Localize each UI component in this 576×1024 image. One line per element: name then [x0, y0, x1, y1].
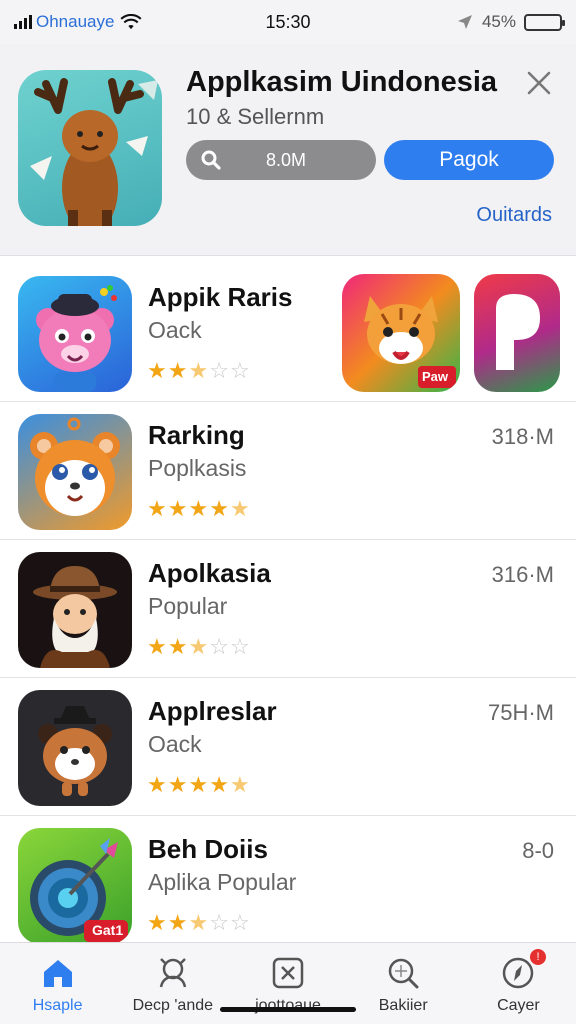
app-size: 75H·M: [487, 700, 554, 725]
star-empty-icon: ☆: [229, 910, 251, 935]
rating-stars: ★★★☆☆: [147, 634, 251, 660]
star-full-icon: ★: [147, 358, 168, 383]
moose-illustration: [30, 78, 158, 226]
star-empty-icon: ☆: [229, 358, 251, 383]
hamster-hat-illustration: [38, 706, 112, 796]
featured-thumb-tiger[interactable]: Paw: [342, 274, 460, 392]
star-full-icon: ★: [209, 496, 230, 521]
featured-header: Applkasim Uindonesia 10 & Sellernm 8.0M …: [0, 44, 576, 256]
search-field[interactable]: 8.0M: [186, 140, 376, 180]
app-name: Appik Raris: [148, 282, 293, 312]
thumb-badge: Paw: [422, 369, 449, 384]
star-full-icon: ★: [188, 496, 210, 521]
list-item[interactable]: Appik Raris Oack ★★★☆☆ Paw: [0, 264, 576, 402]
list-item[interactable]: Rarking Poplkasis ★★★★★ 318·M: [0, 402, 576, 540]
tab-profile[interactable]: Decp 'ande: [115, 943, 230, 1024]
star-empty-icon: ☆: [229, 634, 251, 659]
rating-stars: ★★★☆☆: [147, 910, 251, 936]
app-icon-badge: Gat1: [92, 922, 124, 938]
see-all-link[interactable]: Ouitards: [476, 204, 552, 227]
star-half-icon: ★: [229, 496, 251, 521]
explorer-illustration: [33, 566, 117, 668]
profile-icon: [159, 958, 187, 988]
app-size: 8-0: [522, 838, 554, 863]
pink-bear-illustration: [36, 285, 117, 392]
tab-label: joottoaue: [255, 997, 321, 1014]
star-full-icon: ★: [147, 634, 168, 659]
tab-label: Decp 'ande: [132, 997, 214, 1014]
rating-stars: ★★★★★: [147, 772, 251, 798]
search-icon: [201, 150, 221, 170]
home-icon: [43, 960, 72, 987]
app-category: Aplika Popular: [148, 869, 297, 895]
tab-bar: Hsaple Decp 'ande joottoaue Bakiier Caye…: [0, 942, 576, 1024]
signal-icon: [14, 15, 32, 29]
featured-title: Applkasim Uindonesia: [186, 66, 498, 98]
search-icon: [388, 958, 419, 989]
tab-explore[interactable]: Cayer !: [461, 943, 576, 1024]
app-name: Beh Doiis: [148, 834, 268, 864]
star-full-icon: ★: [167, 910, 189, 935]
app-list: Appik Raris Oack ★★★☆☆ Paw Rarking Poplk…: [0, 264, 576, 954]
star-full-icon: ★: [188, 772, 210, 797]
app-name: Applreslar: [148, 696, 277, 726]
star-full-icon: ★: [167, 358, 189, 383]
games-icon: [272, 957, 304, 989]
app-category: Oack: [148, 317, 202, 343]
tab-home[interactable]: Hsaple: [0, 943, 115, 1024]
app-name: Apolkasia: [148, 558, 271, 588]
hamster-illustration: [30, 417, 120, 516]
search-value: 8.0M: [265, 149, 307, 170]
app-icon: [18, 690, 132, 806]
close-icon[interactable]: [524, 68, 554, 98]
star-half-icon: ★: [229, 772, 251, 797]
app-icon: Gat1: [18, 828, 132, 944]
location-arrow-icon: [457, 15, 472, 29]
get-button[interactable]: Pagok: [384, 140, 554, 180]
list-item[interactable]: Apolkasia Popular ★★★☆☆ 316·M: [0, 540, 576, 678]
list-item[interactable]: Applreslar Oack ★★★★★ 75H·M: [0, 678, 576, 816]
app-category: Oack: [148, 731, 202, 757]
tab-label: Cayer: [497, 997, 540, 1014]
featured-subtitle: 10 & Sellernm: [186, 104, 325, 129]
app-icon: [18, 552, 132, 668]
letter-p-logo: [496, 294, 540, 370]
app-name: Rarking: [148, 420, 245, 450]
app-category: Poplkasis: [148, 455, 247, 481]
star-full-icon: ★: [167, 772, 189, 797]
star-half-icon: ★: [188, 358, 210, 383]
battery-percent: 45%: [481, 12, 516, 31]
tab-search[interactable]: Bakiier: [346, 943, 461, 1024]
featured-app-icon[interactable]: [18, 70, 162, 226]
star-empty-icon: ☆: [209, 358, 230, 383]
star-full-icon: ★: [167, 496, 189, 521]
app-size: 318·M: [491, 424, 554, 449]
wifi-icon: [120, 14, 142, 30]
rating-stars: ★★★★★: [147, 496, 251, 522]
tab-label: Bakiier: [378, 997, 428, 1014]
star-half-icon: ★: [188, 910, 210, 935]
app-size: 316·M: [491, 562, 554, 587]
notification-badge: !: [530, 949, 547, 965]
carrier-name: Ohnauaye: [36, 12, 115, 31]
star-full-icon: ★: [147, 496, 168, 521]
app-category: Popular: [148, 593, 228, 619]
featured-thumb-partial[interactable]: [474, 274, 560, 392]
star-empty-icon: ☆: [209, 910, 230, 935]
battery-icon: [524, 13, 565, 31]
home-indicator: [220, 1007, 356, 1012]
tab-label: Hsaple: [32, 997, 83, 1014]
star-full-icon: ★: [147, 910, 168, 935]
list-item[interactable]: Gat1 Beh Doiis Aplika Popular ★★★☆☆ 8-0: [0, 816, 576, 954]
star-half-icon: ★: [188, 634, 210, 659]
status-bar: Ohnauaye 15:30 45%: [0, 0, 576, 44]
star-full-icon: ★: [209, 772, 230, 797]
app-icon: [18, 276, 132, 392]
rating-stars: ★★★☆☆: [147, 358, 251, 384]
star-full-icon: ★: [147, 772, 168, 797]
star-empty-icon: ☆: [209, 634, 230, 659]
star-full-icon: ★: [167, 634, 189, 659]
app-icon: [18, 414, 132, 530]
